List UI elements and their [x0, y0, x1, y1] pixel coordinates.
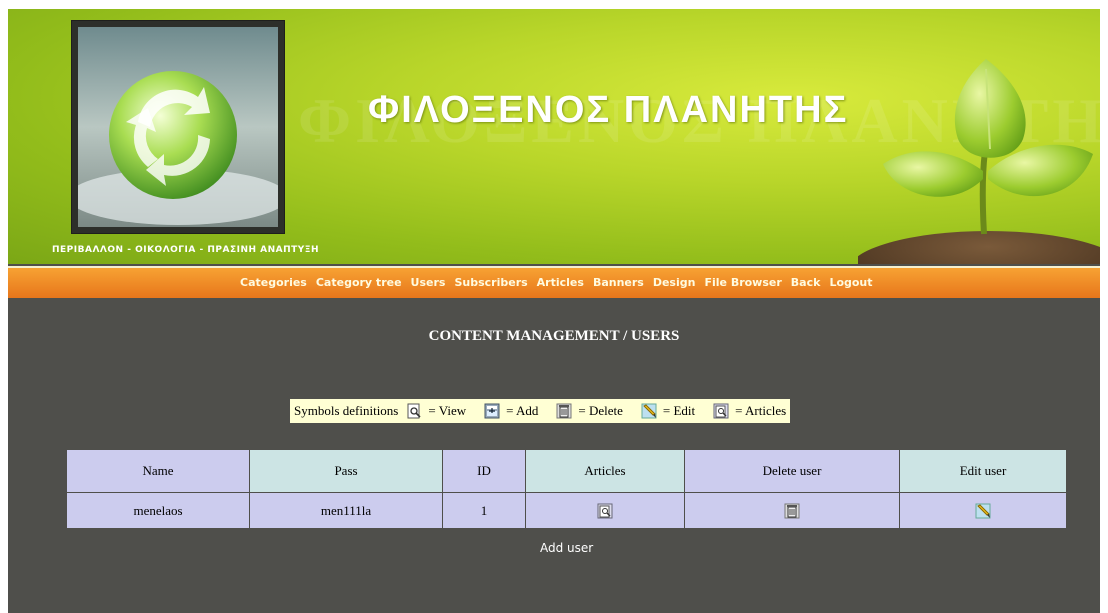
- table-row: menelaos men111la 1: [66, 492, 1067, 529]
- cell-name: menelaos: [66, 492, 250, 529]
- cell-edit-user: [899, 492, 1067, 529]
- legend-prefix: Symbols definitions: [294, 403, 399, 418]
- nav-file-browser[interactable]: File Browser: [704, 276, 781, 289]
- cell-articles: [525, 492, 685, 529]
- main-nav: Categories Category tree Users Subscribe…: [8, 266, 1100, 298]
- site-tagline: ΠΕΡΙΒΑΛΛΟΝ - ΟΙΚΟΛΟΓΙΑ - ΠΡΑΣΙΝΗ ΑΝΑΠΤΥΞ…: [52, 245, 320, 255]
- nav-banners[interactable]: Banners: [593, 276, 644, 289]
- col-header-id: ID: [442, 449, 526, 493]
- site-title: ΦΙΛΟΞΕΝΟΣ ΠΛΑΝΗΤΗΣ: [368, 89, 849, 131]
- add-icon: [484, 403, 500, 419]
- nav-logout[interactable]: Logout: [829, 276, 872, 289]
- legend-delete-text: = Delete: [578, 403, 623, 418]
- cell-delete-user: [684, 492, 900, 529]
- col-header-delete-user: Delete user: [684, 449, 900, 493]
- col-header-name: Name: [66, 449, 250, 493]
- articles-icon[interactable]: [597, 503, 613, 519]
- site-banner: ΦΙΛΟΞΕΝΟΣ ΠΛΑΝΗΤΗΣ ΦΙΛΟΞΕΝΟΣ ΠΛΑΝΗΤΗΣ ΠΕ…: [8, 9, 1100, 264]
- col-header-pass: Pass: [249, 449, 443, 493]
- page-title: CONTENT MANAGEMENT / USERS: [428, 328, 680, 344]
- nav-categories[interactable]: Categories: [240, 276, 307, 289]
- pencil-icon: [641, 403, 657, 419]
- legend-edit-text: = Edit: [662, 403, 696, 418]
- articles-icon: [713, 403, 729, 419]
- nav-subscribers[interactable]: Subscribers: [454, 276, 527, 289]
- recycle-logo: [78, 27, 278, 227]
- add-user-link[interactable]: Add user: [540, 541, 593, 555]
- symbols-legend: Symbols definitions = View = Add = Delet…: [290, 399, 791, 423]
- nav-back[interactable]: Back: [791, 276, 821, 289]
- legend-articles-text: = Articles: [735, 403, 787, 418]
- legend-view-text: = View: [428, 403, 467, 418]
- cell-pass: men111la: [249, 492, 443, 529]
- users-table: Name Pass ID Articles Delete user Edit u…: [66, 449, 1067, 529]
- nav-category-tree[interactable]: Category tree: [316, 276, 402, 289]
- pencil-icon[interactable]: [975, 503, 991, 519]
- trash-icon[interactable]: [784, 503, 800, 519]
- col-header-edit-user: Edit user: [899, 449, 1067, 493]
- table-header-row: Name Pass ID Articles Delete user Edit u…: [66, 449, 1067, 493]
- nav-articles[interactable]: Articles: [537, 276, 584, 289]
- col-header-articles: Articles: [525, 449, 685, 493]
- legend-add-text: = Add: [506, 403, 539, 418]
- trash-icon: [556, 403, 572, 419]
- cell-id: 1: [442, 492, 526, 529]
- view-icon: [407, 403, 421, 419]
- nav-design[interactable]: Design: [653, 276, 696, 289]
- sprout-illustration: [858, 59, 1100, 264]
- nav-users[interactable]: Users: [411, 276, 446, 289]
